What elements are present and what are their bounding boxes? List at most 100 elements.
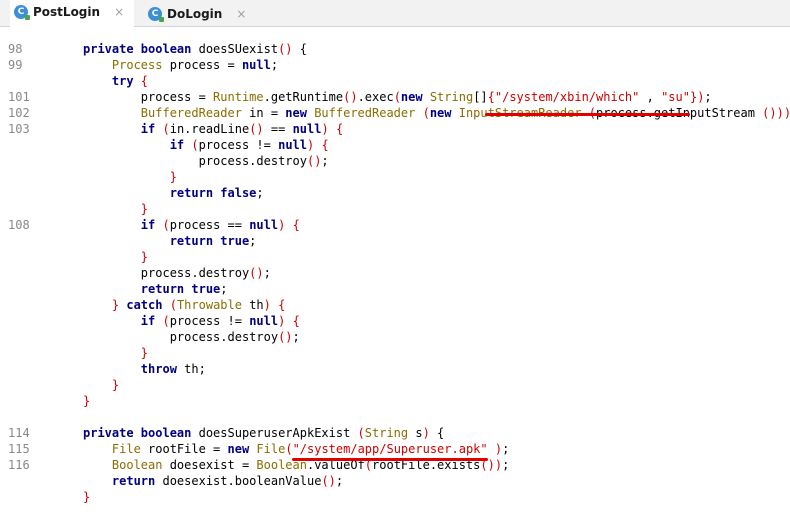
code-token: {	[278, 298, 286, 312]
code-line[interactable]: 115 File rootFile = new File("/system/ap…	[0, 441, 790, 457]
code-token: th;	[184, 362, 206, 376]
code-token: }	[83, 394, 91, 408]
code-text: }	[83, 345, 148, 361]
code-token: })	[689, 90, 705, 104]
code-text: process.destroy();	[83, 329, 300, 345]
code-token: null	[249, 218, 279, 232]
code-token: private	[83, 42, 141, 56]
code-token: null	[249, 314, 279, 328]
code-token: File	[256, 442, 286, 456]
code-token: process ==	[169, 218, 250, 232]
tab-label: PostLogin	[33, 5, 101, 19]
code-line[interactable]: return true;	[0, 281, 790, 297]
code-line[interactable]: return true;	[0, 233, 790, 249]
close-icon[interactable]: ×	[236, 7, 246, 21]
line-number: 108	[8, 218, 30, 232]
code-line[interactable]: 99 Process process = null;	[0, 57, 790, 73]
line-number: 103	[8, 122, 30, 136]
code-token: Runtime	[213, 90, 264, 104]
code-token: ()	[249, 266, 264, 280]
code-line[interactable]: } catch (Throwable th) {	[0, 297, 790, 313]
code-text: process.destroy();	[83, 153, 329, 169]
code-line[interactable]: }	[0, 169, 790, 185]
code-token: {	[321, 138, 329, 152]
code-line[interactable]: 114 private boolean doesSuperuserApkExist…	[0, 425, 790, 441]
code-line[interactable]: }	[0, 249, 790, 265]
code-line[interactable]: }	[0, 377, 790, 393]
code-token: {	[292, 218, 300, 232]
code-token: return	[83, 474, 163, 488]
code-line[interactable]: }	[0, 201, 790, 217]
code-line[interactable]: 98 private boolean doesSUexist() {	[0, 41, 790, 57]
code-line[interactable]: process.destroy();	[0, 329, 790, 345]
code-token: {	[292, 314, 300, 328]
code-token: process.destroy	[83, 154, 307, 168]
code-token: }	[83, 298, 127, 312]
code-token: try	[83, 74, 141, 88]
code-token: new	[227, 442, 257, 456]
code-text: return doesexist.booleanValue();	[83, 473, 343, 489]
tab-postlogin[interactable]: C PostLogin ×	[10, 0, 134, 27]
code-token: Throwable	[176, 298, 250, 312]
code-editor[interactable]: 98 private boolean doesSUexist() {99 Proc…	[0, 27, 790, 514]
code-line[interactable]: process.destroy();	[0, 153, 790, 169]
code-token: ;	[502, 442, 510, 456]
code-line[interactable]: if (process != null) {	[0, 137, 790, 153]
code-token: }	[83, 170, 177, 184]
code-token: doesSUexist	[198, 42, 279, 56]
code-line[interactable]: 108 if (process == null) {	[0, 217, 790, 233]
code-token: if	[83, 314, 163, 328]
code-token: }	[83, 378, 120, 392]
code-line[interactable]: if (process != null) {	[0, 313, 790, 329]
code-line[interactable]: return false;	[0, 185, 790, 201]
code-token: ()	[249, 122, 264, 136]
code-line[interactable]: }	[0, 393, 790, 409]
code-token: ;	[704, 90, 712, 104]
code-token: File	[83, 442, 149, 456]
code-token: return true	[83, 282, 221, 296]
code-line[interactable]: 103 if (in.readLine() == null) {	[0, 121, 790, 137]
code-line[interactable]: 101 process = Runtime.getRuntime().exec(…	[0, 89, 790, 105]
code-token: ;	[335, 474, 344, 488]
code-token: }	[83, 490, 91, 504]
code-line[interactable]: }	[0, 489, 790, 505]
tab-label: DoLogin	[167, 6, 223, 21]
code-token: )	[321, 122, 329, 136]
code-line[interactable]: process.destroy();	[0, 265, 790, 281]
code-line[interactable]: throw th;	[0, 361, 790, 377]
code-token: private	[83, 426, 141, 440]
code-token: s	[415, 426, 423, 440]
code-token: ;	[502, 458, 510, 472]
code-text: return true;	[83, 233, 257, 249]
code-token: process.destroy	[83, 266, 250, 280]
code-text: }	[83, 169, 177, 185]
code-token: doesSuperuserApkExist	[198, 426, 358, 440]
code-token: th	[249, 298, 264, 312]
java-class-icon: C	[148, 6, 164, 22]
code-text: }	[83, 393, 90, 409]
code-token: null	[241, 58, 271, 72]
code-text: Process process = null;	[83, 57, 278, 73]
code-token: .exec	[357, 90, 394, 104]
code-line[interactable]: return doesexist.booleanValue();	[0, 473, 790, 489]
tab-dologin[interactable]: C DoLogin ×	[144, 0, 254, 27]
close-icon[interactable]: ×	[114, 5, 124, 19]
code-token: (	[162, 122, 170, 136]
code-token: "su"	[661, 90, 690, 104]
code-text: }	[83, 489, 90, 505]
code-token: new	[429, 106, 459, 120]
code-text: if (process == null) {	[83, 217, 300, 233]
code-token: getRuntime	[270, 90, 344, 104]
code-text: }	[83, 249, 148, 265]
code-token: Boolean	[83, 458, 170, 472]
code-line[interactable]	[0, 409, 790, 425]
code-text: return true;	[83, 281, 228, 297]
line-number: 101	[8, 90, 30, 104]
code-token: process =	[169, 58, 242, 72]
code-text: process.destroy();	[83, 265, 271, 281]
code-line[interactable]: try {	[0, 73, 790, 89]
code-text: if (process != null) {	[83, 313, 300, 329]
code-text: private boolean doesSuperuserApkExist (S…	[83, 425, 444, 441]
code-token: ;	[220, 282, 228, 296]
code-line[interactable]: }	[0, 345, 790, 361]
